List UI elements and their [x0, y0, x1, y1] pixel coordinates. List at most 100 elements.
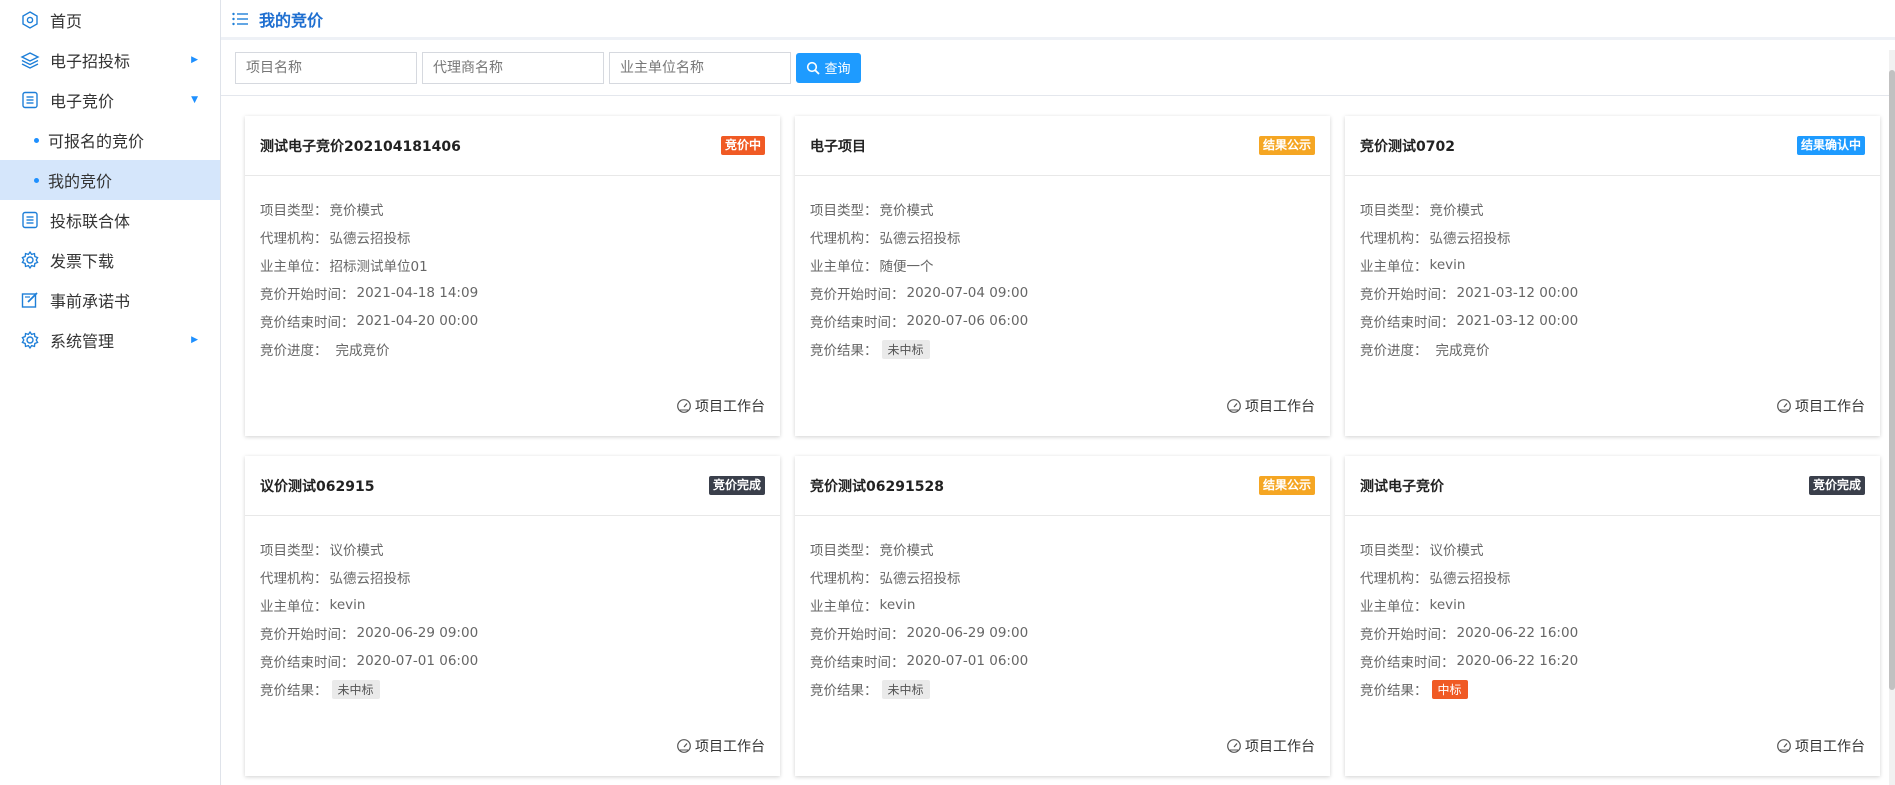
menu-list-icon[interactable]	[231, 10, 249, 28]
card-header: 测试电子竞价202104181406 竞价中	[245, 116, 780, 176]
info-row: 业主单位： kevin	[1360, 591, 1865, 619]
bidding-card[interactable]: 议价测试062915 竞价完成 项目类型： 议价模式 代理机构： 弘德云招投标 业主…	[245, 456, 780, 776]
project-name-input[interactable]	[235, 51, 417, 84]
info-row: 项目类型： 竞价模式	[810, 535, 1315, 563]
card-body: 项目类型： 竞价模式 代理机构： 弘德云招投标 业主单位： 随便一个 竞价开始时间： 2…	[795, 176, 1330, 363]
project-workbench-link[interactable]: 项目工作台	[1776, 396, 1865, 416]
bidding-card[interactable]: 竞价测试0702 结果确认中 项目类型： 竞价模式 代理机构： 弘德云招投标 业主单…	[1345, 116, 1880, 436]
row-label: 代理机构：	[1360, 231, 1428, 247]
status-badge: 竞价完成	[1808, 476, 1865, 495]
info-row: 项目类型： 竞价模式	[260, 195, 765, 223]
info-row: 项目类型： 竞价模式	[1360, 195, 1865, 223]
row-label: 代理机构：	[810, 231, 878, 247]
row-value: 2021-03-12 00:00	[1456, 285, 1579, 301]
dashboard-icon	[1227, 739, 1241, 753]
bullet-dot	[34, 137, 39, 143]
bidding-card[interactable]: 测试电子竞价 竞价完成 项目类型： 议价模式 代理机构： 弘德云招投标 业主单位： k…	[1345, 456, 1880, 776]
sidebar-item-label: 我的竞价	[48, 172, 113, 191]
row-value: 2020-06-22 16:00	[1456, 625, 1579, 641]
project-workbench-link[interactable]: 项目工作台	[676, 736, 765, 756]
info-row: 业主单位： kevin	[1360, 251, 1865, 279]
row-label: 竞价结果：	[810, 343, 878, 359]
row-value: kevin	[1429, 257, 1466, 273]
project-workbench-link[interactable]: 项目工作台	[1776, 736, 1865, 756]
card-body: 项目类型： 议价模式 代理机构： 弘德云招投标 业主单位： kevin 竞价开始时间：…	[245, 516, 780, 703]
row-label: 竞价结束时间：	[810, 655, 905, 671]
row-label: 代理机构：	[260, 571, 328, 587]
row-label: 竞价结束时间：	[260, 655, 355, 671]
owner-unit-input[interactable]	[609, 51, 791, 84]
row-label: 业主单位：	[260, 259, 328, 275]
workbench-label: 项目工作台	[1795, 739, 1865, 755]
card-title: 测试电子竞价	[1360, 478, 1444, 495]
search-button[interactable]: 查询	[796, 52, 861, 83]
sidebar-item-e-bidding[interactable]: 电子竞价 ▼	[0, 80, 220, 120]
row-value: 弘德云招投标	[1429, 231, 1511, 247]
sidebar-subitem-my-bidding[interactable]: 我的竞价	[0, 160, 220, 200]
row-label: 竞价开始时间：	[1360, 627, 1455, 643]
sidebar-item-commitment-letter[interactable]: 事前承诺书	[0, 280, 220, 320]
sidebar-item-home[interactable]: 首页	[0, 0, 220, 40]
project-workbench-link[interactable]: 项目工作台	[1226, 736, 1315, 756]
dashboard-icon	[1777, 399, 1791, 413]
agent-name-input[interactable]	[422, 51, 604, 84]
info-row: 竞价结束时间： 2020-06-22 16:20	[1360, 647, 1865, 675]
info-row: 代理机构： 弘德云招投标	[1360, 223, 1865, 251]
sidebar-subitem-available-bidding[interactable]: 可报名的竞价	[0, 120, 220, 160]
card-header: 竞价测试06291528 结果公示	[795, 456, 1330, 516]
info-row: 代理机构： 弘德云招投标	[810, 563, 1315, 591]
result-tag: 未中标	[881, 679, 930, 699]
card-header: 测试电子竞价 竞价完成	[1345, 456, 1880, 516]
row-value: 议价模式	[1429, 543, 1484, 559]
row-label: 竞价开始时间：	[260, 287, 355, 303]
page-header: 我的竞价	[221, 0, 1895, 40]
status-badge: 结果公示	[1258, 476, 1315, 495]
sidebar-item-e-tendering[interactable]: 电子招投标 ▶	[0, 40, 220, 80]
status-badge: 竞价中	[720, 136, 765, 155]
vertical-scrollbar[interactable]	[1889, 50, 1895, 785]
project-workbench-link[interactable]: 项目工作台	[676, 396, 765, 416]
row-label: 业主单位：	[1360, 259, 1428, 275]
layers-icon	[20, 50, 40, 70]
row-label: 项目类型：	[1360, 203, 1428, 219]
info-row: 竞价结束时间： 2020-07-01 06:00	[260, 647, 765, 675]
card-header: 议价测试062915 竞价完成	[245, 456, 780, 516]
row-value: 2020-06-29 09:00	[906, 625, 1029, 641]
row-label: 业主单位：	[810, 259, 878, 275]
row-label: 竞价开始时间：	[1360, 287, 1455, 303]
row-value: 弘德云招投标	[879, 231, 961, 247]
scrollbar-thumb[interactable]	[1889, 70, 1895, 690]
card-header: 电子项目 结果公示	[795, 116, 1330, 176]
row-value: 2020-07-06 06:00	[906, 313, 1029, 329]
edit-icon	[20, 290, 40, 310]
dashboard-icon	[677, 399, 691, 413]
bidding-card[interactable]: 竞价测试06291528 结果公示 项目类型： 竞价模式 代理机构： 弘德云招投标 …	[795, 456, 1330, 776]
sidebar-item-label: 系统管理	[50, 332, 115, 351]
card-body: 项目类型： 议价模式 代理机构： 弘德云招投标 业主单位： kevin 竞价开始时间：…	[1345, 516, 1880, 703]
info-row: 竞价开始时间： 2020-06-29 09:00	[810, 619, 1315, 647]
dashboard-icon	[1227, 399, 1241, 413]
bidding-card[interactable]: 电子项目 结果公示 项目类型： 竞价模式 代理机构： 弘德云招投标 业主单位： 随便一…	[795, 116, 1330, 436]
workbench-label: 项目工作台	[1245, 399, 1315, 415]
dashboard-icon	[677, 739, 691, 753]
project-workbench-link[interactable]: 项目工作台	[1226, 396, 1315, 416]
info-row: 竞价开始时间： 2020-07-04 09:00	[810, 279, 1315, 307]
row-value: 完成竞价	[335, 343, 390, 359]
sidebar-item-system-management[interactable]: 系统管理 ▶	[0, 320, 220, 360]
bidding-card[interactable]: 测试电子竞价202104181406 竞价中 项目类型： 竞价模式 代理机构： 弘德…	[245, 116, 780, 436]
row-label: 代理机构：	[1360, 571, 1428, 587]
chevron-right-icon: ▶	[191, 55, 198, 65]
row-value: 竞价模式	[329, 203, 384, 219]
sidebar-item-invoice-download[interactable]: 发票下载	[0, 240, 220, 280]
sidebar-item-label: 首页	[50, 12, 83, 31]
row-value: 2020-07-01 06:00	[906, 653, 1029, 669]
row-value: kevin	[329, 597, 366, 613]
info-row: 项目类型： 竞价模式	[810, 195, 1315, 223]
info-row: 竞价开始时间： 2021-04-18 14:09	[260, 279, 765, 307]
workbench-label: 项目工作台	[695, 399, 765, 415]
info-row: 竞价结果： 未中标	[810, 675, 1315, 703]
row-value: 竞价模式	[1429, 203, 1484, 219]
row-label: 项目类型：	[810, 203, 878, 219]
sidebar-item-consortium[interactable]: 投标联合体	[0, 200, 220, 240]
status-badge: 结果确认中	[1796, 136, 1865, 155]
